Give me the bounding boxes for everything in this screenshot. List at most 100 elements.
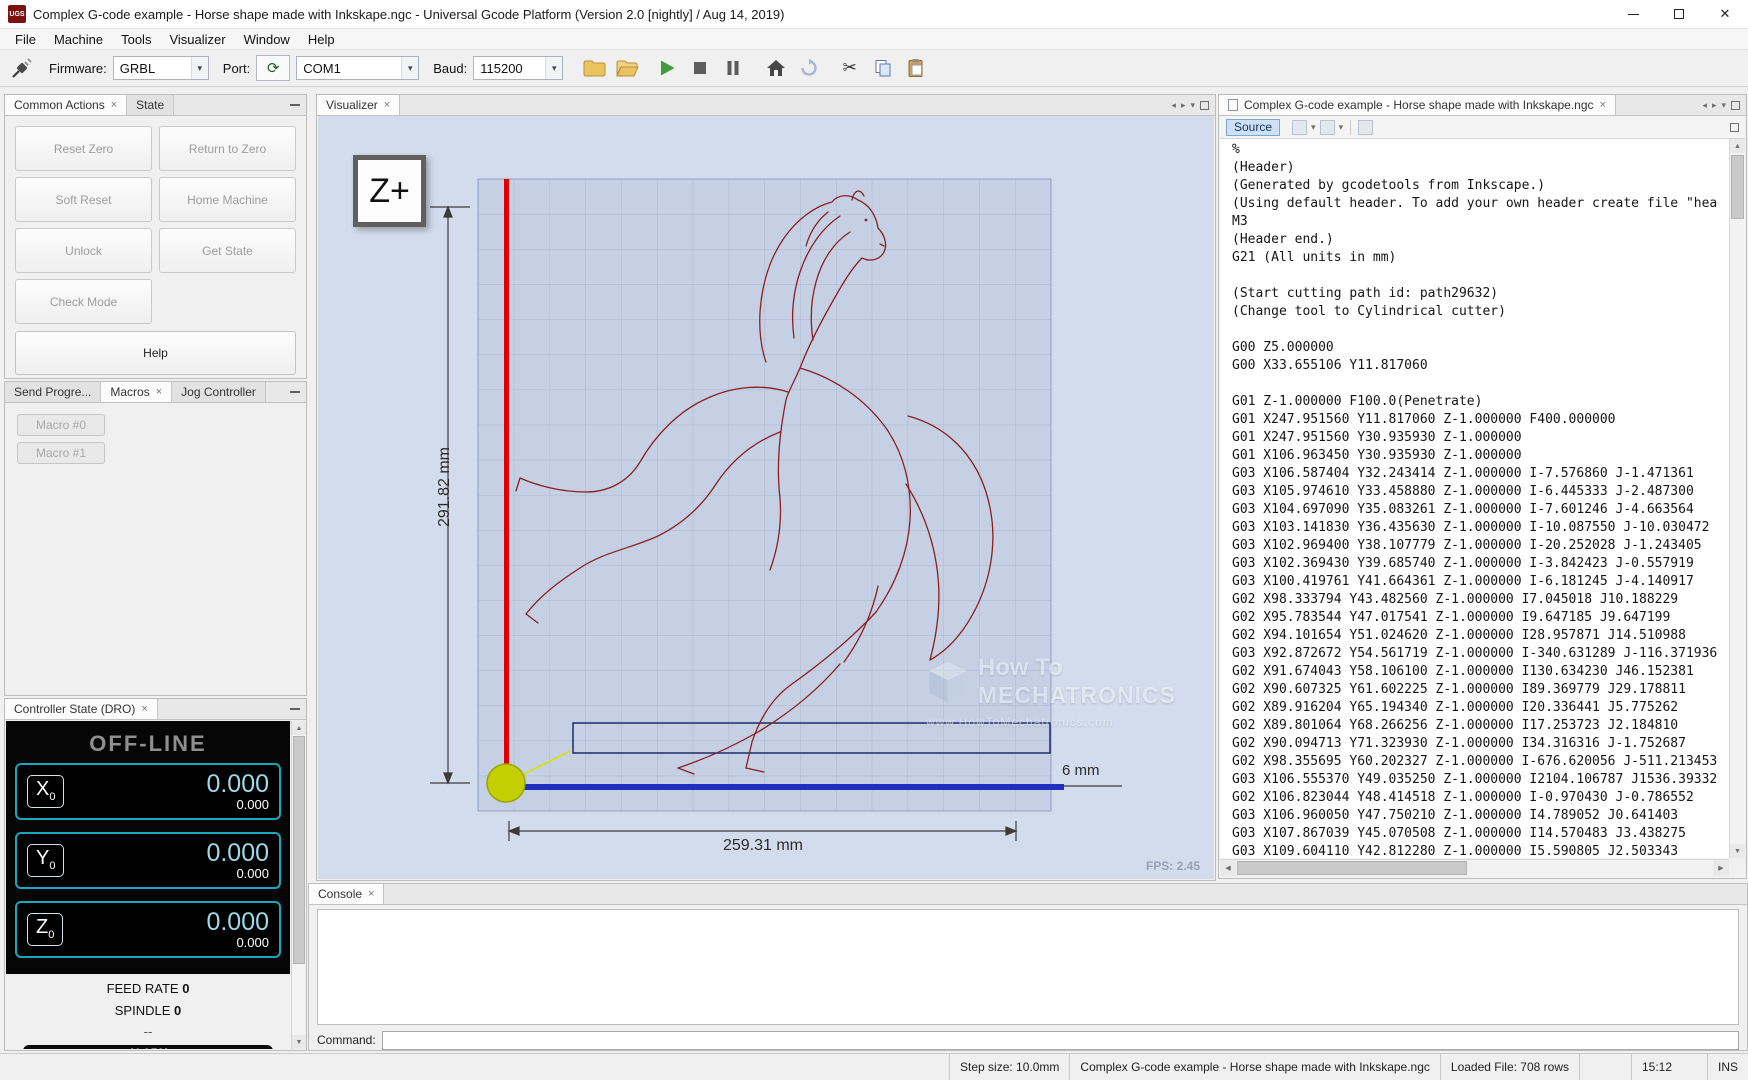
scrollbar-thumb[interactable] bbox=[1237, 861, 1467, 875]
menu-item[interactable]: Machine bbox=[45, 30, 112, 49]
status-bar: Step size: 10.0mm Complex G-code example… bbox=[0, 1053, 1748, 1080]
tab-state[interactable]: State bbox=[127, 95, 174, 115]
menu-item[interactable]: Window bbox=[235, 30, 299, 49]
gcode-line: G02 X91.674043 Y58.106100 Z-1.000000 I13… bbox=[1232, 664, 1729, 682]
maximize-button[interactable] bbox=[1656, 0, 1702, 28]
chevron-down-icon[interactable]: ▾ bbox=[1339, 122, 1344, 133]
connect-icon[interactable] bbox=[8, 55, 35, 82]
scroll-up-icon[interactable]: ▲ bbox=[292, 721, 306, 735]
chevron-down-icon[interactable]: ▾ bbox=[1311, 122, 1316, 133]
scroll-right-icon[interactable]: ▶ bbox=[1713, 860, 1729, 876]
gcode-line: G03 X106.960050 Y47.750210 Z-1.000000 I4… bbox=[1232, 808, 1729, 826]
send-button[interactable] bbox=[653, 55, 680, 82]
stop-button[interactable] bbox=[686, 55, 713, 82]
tab-label: Console bbox=[318, 887, 362, 901]
help-button[interactable]: Help bbox=[15, 331, 296, 375]
minimize-panel-icon[interactable] bbox=[290, 104, 300, 106]
tab-macros[interactable]: Macros × bbox=[101, 382, 172, 402]
tab-visualizer[interactable]: Visualizer × bbox=[317, 95, 400, 115]
scroll-down-icon[interactable]: ▼ bbox=[292, 1035, 306, 1049]
scroll-down-icon[interactable]: ▼ bbox=[1730, 844, 1745, 858]
cut-button[interactable]: ✂ bbox=[836, 55, 863, 82]
baud-select[interactable]: 115200 ▾ bbox=[473, 56, 563, 80]
menu-item[interactable]: Visualizer bbox=[160, 30, 234, 49]
editor-vertical-scrollbar[interactable]: ▲ ▼ bbox=[1729, 139, 1745, 858]
machine-action-button[interactable]: Get State bbox=[159, 228, 296, 273]
open-recent-button[interactable] bbox=[614, 55, 641, 82]
visualizer-canvas[interactable]: Z+ 291.82 mm 259.31 mm 6 mm FPS: 2.45 Ho… bbox=[318, 116, 1214, 879]
status-spacer bbox=[1579, 1054, 1631, 1080]
minimize-panel-icon[interactable] bbox=[290, 708, 300, 710]
last-edit-icon[interactable] bbox=[1292, 120, 1307, 135]
close-icon[interactable]: × bbox=[384, 100, 390, 111]
scrollbar-thumb[interactable] bbox=[1731, 155, 1744, 219]
close-icon[interactable]: × bbox=[141, 704, 147, 715]
file-icon bbox=[1228, 99, 1238, 111]
tab-common-actions[interactable]: Common Actions × bbox=[5, 95, 127, 115]
scrollbar-thumb[interactable] bbox=[293, 736, 305, 964]
tab-controller-state[interactable]: Controller State (DRO) × bbox=[5, 699, 158, 719]
window-title: Complex G-code example - Horse shape mad… bbox=[33, 7, 784, 22]
machine-action-button[interactable]: Home Machine bbox=[159, 177, 296, 222]
split-editor-icon[interactable] bbox=[1730, 123, 1739, 132]
gcode-line: (Start cutting path id: path29632) bbox=[1232, 286, 1729, 304]
console-output[interactable] bbox=[317, 909, 1739, 1025]
open-file-button[interactable] bbox=[581, 55, 608, 82]
gcode-line: G03 X102.369430 Y39.685740 Z-1.000000 I-… bbox=[1232, 556, 1729, 574]
editor-horizontal-scrollbar[interactable]: ◀ ▶ bbox=[1220, 859, 1729, 876]
port-select[interactable]: COM1 ▾ bbox=[296, 56, 419, 80]
gcode-line: G02 X90.607325 Y61.602225 Z-1.000000 I89… bbox=[1232, 682, 1729, 700]
history-icon[interactable] bbox=[1320, 120, 1335, 135]
paste-button[interactable] bbox=[902, 55, 929, 82]
maximize-panel-icon[interactable] bbox=[1200, 101, 1209, 110]
refresh-ports-button[interactable]: ⟳ bbox=[256, 55, 290, 81]
scroll-up-icon[interactable]: ▲ bbox=[1730, 139, 1745, 153]
origin-marker bbox=[487, 764, 525, 802]
dro-scrollbar[interactable]: ▲ ▼ bbox=[291, 721, 306, 1049]
copy-button[interactable] bbox=[869, 55, 896, 82]
maximize-panel-icon[interactable] bbox=[1731, 101, 1740, 110]
close-button[interactable]: ✕ bbox=[1702, 0, 1748, 28]
machine-action-button[interactable]: Unlock bbox=[15, 228, 152, 273]
stop-icon bbox=[690, 58, 710, 78]
tab-scroll-right-icon[interactable]: ▸ bbox=[1712, 100, 1717, 111]
tab-scroll-right-icon[interactable]: ▸ bbox=[1181, 100, 1186, 111]
tab-jog-controller[interactable]: Jog Controller bbox=[172, 382, 266, 402]
pause-button[interactable] bbox=[719, 55, 746, 82]
machine-action-button[interactable]: Soft Reset bbox=[15, 177, 152, 222]
close-icon[interactable]: × bbox=[156, 387, 162, 398]
gcode-line: G03 X106.555370 Y49.035250 Z-1.000000 I2… bbox=[1232, 772, 1729, 790]
return-to-zero-button[interactable] bbox=[762, 55, 789, 82]
tab-send-progress[interactable]: Send Progre... bbox=[5, 382, 101, 402]
feed-rate-label: FEED RATE bbox=[107, 981, 179, 996]
machine-action-button[interactable]: Reset Zero bbox=[15, 126, 152, 171]
firmware-select[interactable]: GRBL ▾ bbox=[113, 56, 209, 80]
tab-scroll-left-icon[interactable]: ◂ bbox=[1702, 100, 1707, 111]
gcode-text-area[interactable]: %(Header)(Generated by gcodetools from I… bbox=[1220, 139, 1729, 858]
close-icon[interactable]: × bbox=[368, 889, 374, 900]
machine-action-button[interactable]: Return to Zero bbox=[159, 126, 296, 171]
gcode-line: % bbox=[1232, 142, 1729, 160]
tab-console[interactable]: Console × bbox=[309, 884, 384, 904]
scroll-left-icon[interactable]: ◀ bbox=[1220, 860, 1236, 876]
machine-action-button[interactable]: Check Mode bbox=[15, 279, 152, 324]
source-view-button[interactable]: Source bbox=[1226, 119, 1280, 136]
tab-scroll-left-icon[interactable]: ◂ bbox=[1171, 100, 1176, 111]
menu-item[interactable]: Help bbox=[299, 30, 344, 49]
menu-item[interactable]: File bbox=[6, 30, 45, 49]
tab-gcode-file[interactable]: Complex G-code example - Horse shape mad… bbox=[1219, 95, 1616, 115]
clock-indicator: 15:12 bbox=[1631, 1054, 1707, 1080]
menu-item[interactable]: Tools bbox=[112, 30, 160, 49]
command-input[interactable] bbox=[382, 1031, 1739, 1050]
macro-button[interactable]: Macro #0 bbox=[17, 414, 105, 436]
gcode-line: G21 (All units in mm) bbox=[1232, 250, 1729, 268]
tab-list-icon[interactable]: ▾ bbox=[1190, 100, 1195, 111]
selection-icon[interactable] bbox=[1358, 120, 1373, 135]
minimize-panel-icon[interactable] bbox=[290, 391, 300, 393]
macro-button[interactable]: Macro #1 bbox=[17, 442, 105, 464]
soft-reset-button[interactable] bbox=[795, 55, 822, 82]
close-icon[interactable]: × bbox=[1600, 100, 1606, 111]
minimize-button[interactable] bbox=[1610, 0, 1656, 28]
tab-list-icon[interactable]: ▾ bbox=[1721, 100, 1726, 111]
close-icon[interactable]: × bbox=[111, 100, 117, 111]
